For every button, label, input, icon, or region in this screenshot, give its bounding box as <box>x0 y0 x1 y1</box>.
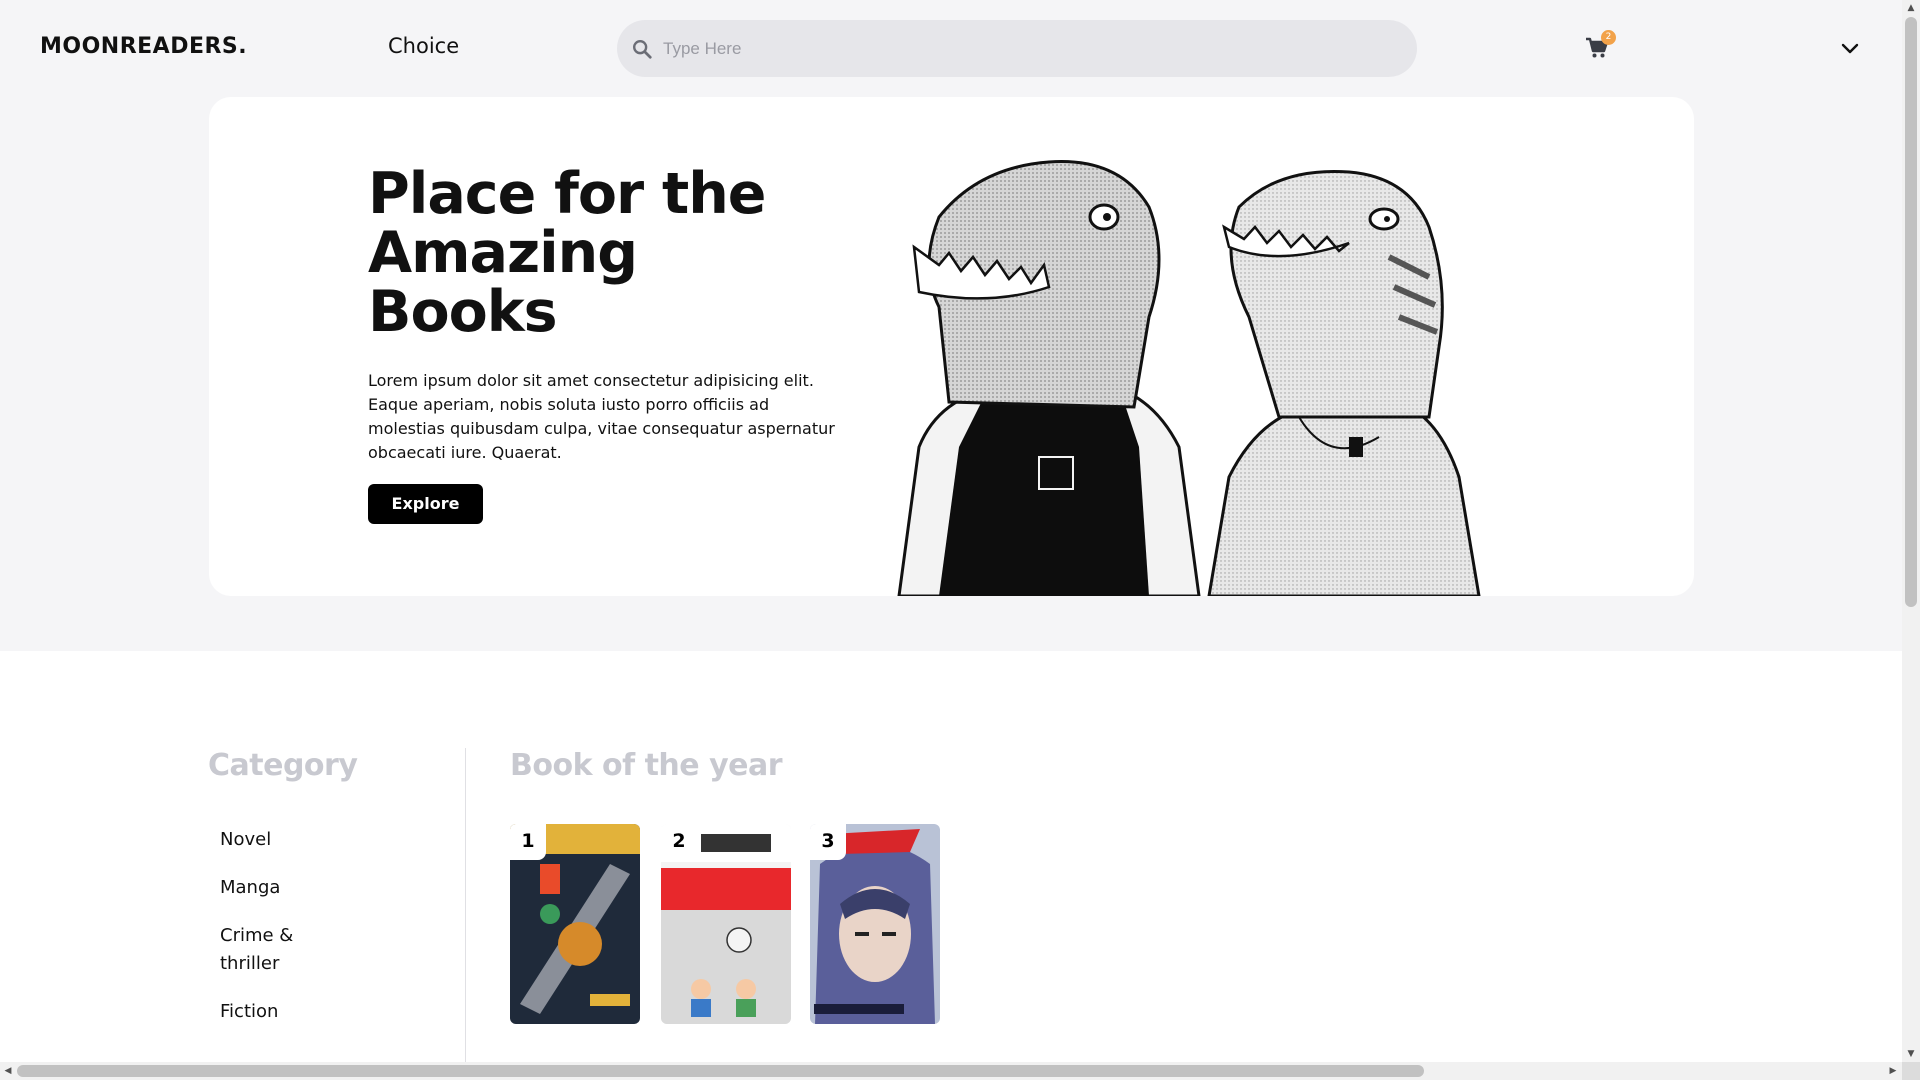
hero-title: Place for the Amazing Books <box>368 161 766 345</box>
scrollbar-corner <box>1902 1062 1920 1080</box>
hero-card: Place for the Amazing Books Lorem ipsum … <box>209 97 1694 596</box>
book-rank-badge: 2 <box>661 824 697 860</box>
horizontal-scrollbar[interactable]: ◀ ▶ <box>0 1062 1902 1080</box>
hero-illustration <box>897 160 1481 596</box>
search-input[interactable] <box>663 20 1403 77</box>
category-item-novel[interactable]: Novel <box>220 826 330 854</box>
vertical-scrollbar[interactable]: ▲ ▼ <box>1902 0 1920 1080</box>
category-list: Novel Manga Crime & thriller Fiction <box>220 826 330 1046</box>
book-rank-badge: 3 <box>810 824 846 860</box>
book-of-the-year-heading: Book of the year <box>510 748 783 783</box>
category-item-crime-thriller[interactable]: Crime & thriller <box>220 922 330 978</box>
horizontal-scroll-thumb[interactable] <box>17 1065 1424 1077</box>
scroll-down-arrow-icon[interactable]: ▼ <box>1906 1049 1916 1059</box>
cart-count-badge: 2 <box>1601 30 1616 45</box>
category-heading: Category <box>208 748 358 783</box>
scroll-left-arrow-icon[interactable]: ◀ <box>3 1066 13 1076</box>
navbar: MOONREADERS. Choice 2 <box>0 0 1902 96</box>
book-card-3[interactable]: 3 <box>810 824 940 1024</box>
explore-button[interactable]: Explore <box>368 484 483 524</box>
book-card-1[interactable]: 1 <box>510 824 640 1024</box>
top-area: MOONREADERS. Choice 2 Place for the Amaz… <box>0 0 1902 651</box>
section-divider <box>465 748 466 1063</box>
scroll-right-arrow-icon[interactable]: ▶ <box>1888 1066 1898 1076</box>
book-card-2[interactable]: 2 <box>661 824 791 1024</box>
scroll-up-arrow-icon[interactable]: ▲ <box>1906 3 1916 13</box>
search-icon <box>633 40 652 59</box>
nav-choice-link[interactable]: Choice <box>388 34 459 58</box>
chevron-down-icon[interactable] <box>1840 38 1860 58</box>
book-rank-badge: 1 <box>510 824 546 860</box>
search-bar[interactable] <box>617 20 1417 77</box>
vertical-scroll-thumb[interactable] <box>1905 17 1917 607</box>
hero-description: Lorem ipsum dolor sit amet consectetur a… <box>368 371 835 462</box>
brand-logo[interactable]: MOONREADERS. <box>40 34 247 59</box>
category-item-fiction[interactable]: Fiction <box>220 998 330 1026</box>
category-item-manga[interactable]: Manga <box>220 874 330 902</box>
